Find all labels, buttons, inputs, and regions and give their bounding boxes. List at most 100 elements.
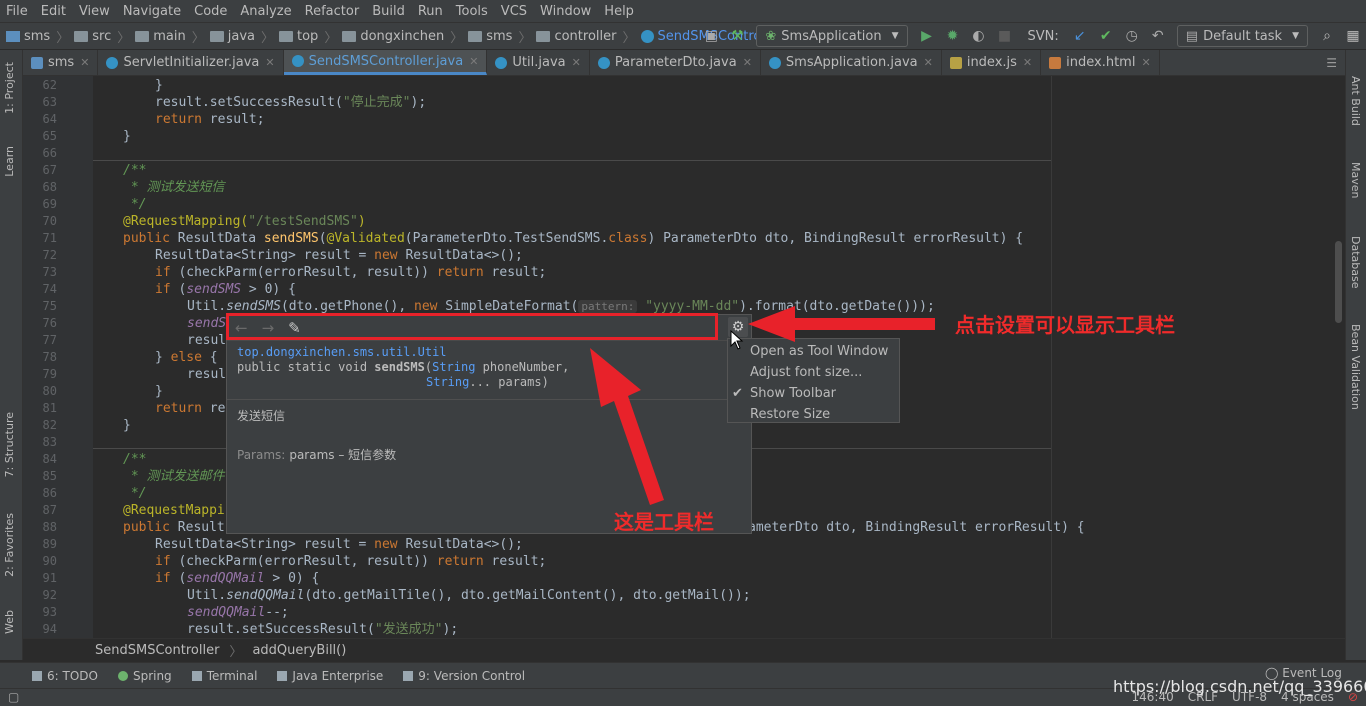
menu-item-show-toolbar[interactable]: ✔ Show Toolbar xyxy=(728,383,899,404)
revert-icon[interactable]: ↶ xyxy=(1148,26,1168,46)
close-icon[interactable]: ✕ xyxy=(572,56,581,69)
search-icon[interactable]: ⌕ xyxy=(1317,26,1337,46)
chevron-down-icon: ▼ xyxy=(1292,31,1299,41)
code-line: Util.sendQQMail(dto.getMailTile(), dto.g… xyxy=(187,588,751,603)
tool-window-spring[interactable]: Spring xyxy=(117,669,172,683)
tool-tab-ant-build[interactable]: Ant Build xyxy=(1349,76,1362,126)
task-icon: ▤ xyxy=(1185,28,1199,44)
menu-help[interactable]: Help xyxy=(604,4,634,19)
build-hammer-icon[interactable]: ⚒ xyxy=(727,26,747,46)
tab-index-html[interactable]: index.html ✕ xyxy=(1041,50,1160,75)
close-icon[interactable]: ✕ xyxy=(265,56,274,69)
tool-tab-favorites[interactable]: 2: Favorites xyxy=(3,513,16,577)
editor-scrollbar[interactable] xyxy=(1331,76,1345,638)
nav-crumb-sms[interactable]: sms xyxy=(468,29,512,44)
svn-commit-icon[interactable]: ✔ xyxy=(1096,26,1116,46)
line-number: 82 xyxy=(42,418,57,432)
run-configuration-select[interactable]: ❀ SmsApplication ▼ xyxy=(756,25,908,47)
code-line: /** xyxy=(123,163,147,178)
tab-send-sms-controller[interactable]: SendSMSController.java ✕ xyxy=(283,50,488,75)
history-icon[interactable]: ◷ xyxy=(1122,26,1142,46)
nav-crumb-src[interactable]: src xyxy=(74,29,111,44)
menu-item-adjust-font-size[interactable]: Adjust font size... xyxy=(728,362,899,383)
project-structure-icon[interactable]: ▦ xyxy=(1343,26,1363,46)
nav-crumb-java[interactable]: java xyxy=(209,29,255,44)
folder-icon xyxy=(135,30,150,42)
nav-crumb-main[interactable]: main xyxy=(135,29,186,44)
coverage-icon[interactable]: ◐ xyxy=(969,26,989,46)
tab-sms[interactable]: sms ✕ xyxy=(23,50,99,75)
nav-crumb-dongxinchen[interactable]: dongxinchen xyxy=(342,29,444,44)
code-line: return result; xyxy=(155,112,265,127)
close-icon[interactable]: ✕ xyxy=(743,56,752,69)
menu-file[interactable]: File xyxy=(6,4,28,19)
tab-sms-application[interactable]: SmsApplication.java ✕ xyxy=(761,50,942,75)
chevron-right-icon: 〉 xyxy=(324,30,338,46)
menu-edit[interactable]: Edit xyxy=(41,4,66,19)
nav-crumb-module[interactable]: sms xyxy=(6,29,50,44)
doc-package-link[interactable]: top.dongxinchen.sms.util.Util xyxy=(237,345,741,360)
menu-vcs[interactable]: VCS xyxy=(501,4,527,19)
close-icon[interactable]: ✕ xyxy=(469,55,478,68)
menu-build[interactable]: Build xyxy=(372,4,405,19)
tab-servlet-initializer[interactable]: ServletInitializer.java ✕ xyxy=(98,50,284,75)
nav-crumb-top[interactable]: top xyxy=(279,29,318,44)
menu-run[interactable]: Run xyxy=(418,4,443,19)
line-number: 75 xyxy=(42,299,57,313)
menu-analyze[interactable]: Analyze xyxy=(240,4,291,19)
breadcrumb-class[interactable]: SendSMSController xyxy=(95,643,219,658)
code-line: sendS xyxy=(187,316,227,331)
svn-update-icon[interactable]: ↙ xyxy=(1070,26,1090,46)
tool-tab-learn[interactable]: Learn xyxy=(3,146,16,177)
nav-crumb-controller[interactable]: controller xyxy=(536,29,616,44)
class-icon xyxy=(768,56,781,69)
tab-parameter-dto[interactable]: ParameterDto.java ✕ xyxy=(590,50,761,75)
close-icon[interactable]: ✕ xyxy=(1141,56,1150,69)
code-line: } xyxy=(155,384,163,399)
stop-icon[interactable]: ■ xyxy=(995,26,1015,46)
quick-documentation-popup: ← → ✎ top.dongxinchen.sms.util.Util publ… xyxy=(226,314,752,534)
tool-window-todo[interactable]: 6: TODO xyxy=(32,669,98,683)
line-number: 70 xyxy=(42,214,57,228)
close-icon[interactable]: ✕ xyxy=(1023,56,1032,69)
watermark-text: https://blog.csdn.net/qq_33966061 xyxy=(1113,677,1366,696)
tab-util[interactable]: Util.java ✕ xyxy=(487,50,590,75)
run-icon[interactable]: ▶ xyxy=(917,26,937,46)
tool-tab-project[interactable]: 1: Project xyxy=(3,62,16,114)
tool-window-java-enterprise[interactable]: Java Enterprise xyxy=(277,669,383,683)
menu-code[interactable]: Code xyxy=(194,4,227,19)
scrollbar-thumb[interactable] xyxy=(1335,241,1342,323)
layout-icon[interactable]: ▣ xyxy=(701,26,721,46)
menu-item-open-as-tool-window[interactable]: Open as Tool Window xyxy=(728,341,899,362)
menu-view[interactable]: View xyxy=(79,4,110,19)
breadcrumb-method[interactable]: addQueryBill() xyxy=(252,643,346,658)
tool-tab-structure[interactable]: 7: Structure xyxy=(3,412,16,477)
status-layout-icon[interactable]: ▢ xyxy=(8,690,19,704)
code-line: public ResultData sendSMS(@Validated(Par… xyxy=(123,231,1024,246)
line-number: 91 xyxy=(42,571,57,585)
tool-window-terminal[interactable]: Terminal xyxy=(191,669,257,683)
menu-navigate[interactable]: Navigate xyxy=(123,4,181,19)
close-icon[interactable]: ✕ xyxy=(80,56,89,69)
code-line: @RequestMapping("/testSendSMS") xyxy=(123,214,366,229)
menu-item-restore-size[interactable]: Restore Size xyxy=(728,404,899,425)
tab-index-js[interactable]: index.js ✕ xyxy=(942,50,1042,75)
code-line: public Result xyxy=(123,520,225,535)
tool-tab-web[interactable]: Web xyxy=(3,610,16,634)
debug-icon[interactable]: ✹ xyxy=(943,26,963,46)
task-select[interactable]: ▤ Default task ▼ xyxy=(1176,25,1308,47)
code-line: if (sendQQMail > 0) { xyxy=(155,571,320,586)
todo-icon xyxy=(32,670,42,681)
menu-tools[interactable]: Tools xyxy=(456,4,488,19)
menu-window[interactable]: Window xyxy=(540,4,591,19)
close-icon[interactable]: ✕ xyxy=(924,56,933,69)
code-line: if (checkParm(errorResult, result)) retu… xyxy=(155,265,547,280)
tabs-overflow-icon[interactable]: ☰ xyxy=(1326,56,1337,70)
tool-window-version-control[interactable]: 9: Version Control xyxy=(403,669,525,683)
folder-icon xyxy=(74,30,89,42)
editor-tabs: sms ✕ ServletInitializer.java ✕ SendSMSCon… xyxy=(23,50,1345,76)
menu-refactor[interactable]: Refactor xyxy=(305,4,360,19)
tool-tab-database[interactable]: Database xyxy=(1349,236,1362,289)
tool-tab-maven[interactable]: Maven xyxy=(1349,162,1362,198)
tool-tab-bean-validation[interactable]: Bean Validation xyxy=(1349,324,1362,410)
